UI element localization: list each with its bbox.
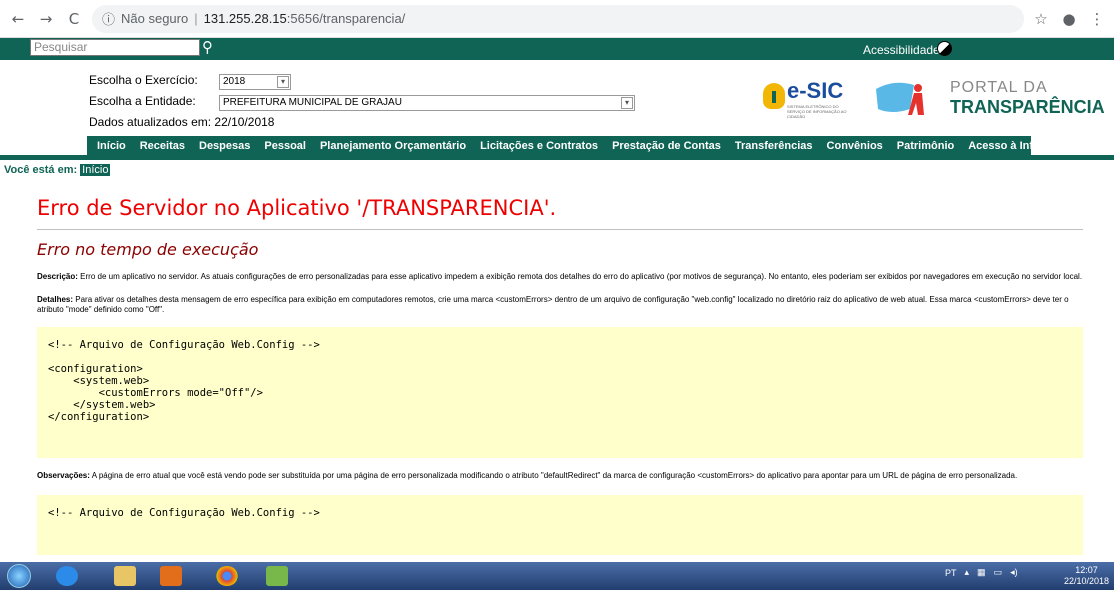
reload-icon[interactable]: C (64, 9, 84, 29)
entity-label: Escolha a Entidade: (89, 94, 196, 108)
entity-select-value: PREFEITURA MUNICIPAL DE GRAJAU (223, 97, 402, 108)
observations-text: A página de erro atual que você está ven… (91, 471, 1018, 480)
taskbar-clock[interactable]: 12:07 22/10/2018 (1064, 565, 1109, 587)
details-text: Para ativar os detalhes desta mensagem d… (37, 295, 1069, 314)
menu-item-convenios[interactable]: Convênios (827, 140, 883, 152)
address-separator: | (194, 11, 198, 26)
menu-item-prestacao[interactable]: Prestação de Contas (612, 140, 721, 152)
back-arrow-icon[interactable]: ← (8, 9, 28, 29)
site-header: Escolha o Exercício: 2018 ▾ Escolha a En… (0, 60, 1114, 136)
breadcrumb: Você está em: Início (4, 164, 111, 176)
menu-item-despesas[interactable]: Despesas (199, 140, 250, 152)
taskbar-outlook[interactable] (152, 564, 190, 588)
start-button[interactable] (2, 562, 36, 590)
address-bar[interactable]: ⓘ Não seguro | 131.255.28.15:5656/transp… (92, 4, 1024, 33)
description-text: Erro de um aplicativo no servidor. As at… (80, 272, 1083, 281)
config-code-block: <!-- Arquivo de Configuração Web.Config … (37, 327, 1083, 458)
windows-logo-icon (7, 564, 31, 588)
breadcrumb-label: Você está em: (4, 164, 78, 176)
entity-select[interactable]: PREFEITURA MUNICIPAL DE GRAJAU ▾ (219, 95, 635, 111)
config-code-block-2: <!-- Arquivo de Configuração Web.Config … (37, 495, 1083, 555)
lightbulb-icon (763, 83, 785, 109)
divider (37, 229, 1083, 230)
security-label: Não seguro (121, 11, 189, 26)
error-details: Detalhes: Para ativar os detalhes desta … (37, 295, 1083, 315)
chevron-down-icon: ▾ (277, 76, 289, 88)
accessibility-label: Acessibilidade: (863, 43, 944, 57)
taskbar-ie[interactable] (48, 564, 86, 588)
folder-icon (114, 566, 136, 586)
description-label: Descrição: (37, 272, 78, 281)
esic-logo[interactable]: e-SIC SISTEMA ELETRÔNICO DO SERVIÇO DE I… (763, 78, 859, 119)
forward-arrow-icon[interactable]: → (36, 9, 56, 29)
tray-up-arrow-icon[interactable]: ▴ (965, 567, 970, 578)
main-menu: Início Receitas Despesas Pessoal Planeja… (87, 136, 1079, 155)
site-topbar: Pesquisar ⚲ Acessibilidade: (0, 38, 1114, 60)
breadcrumb-current[interactable]: Início (80, 164, 111, 176)
internet-explorer-icon (56, 566, 78, 586)
search-input[interactable]: Pesquisar (30, 39, 200, 56)
portal-transparencia-logo[interactable]: PORTAL DA TRANSPARÊNCIA (874, 77, 1105, 121)
taskbar-chrome[interactable] (208, 564, 246, 588)
portal-people-icon (876, 82, 924, 115)
battery-icon[interactable]: ▭ (994, 567, 1003, 578)
menu-item-acesso[interactable]: Acesso à Informação (968, 140, 1079, 152)
chrome-icon (216, 566, 238, 586)
exercise-select-value: 2018 (223, 76, 246, 87)
menu-underline (0, 155, 1114, 160)
menu-item-licitacoes[interactable]: Licitações e Contratos (480, 140, 598, 152)
error-content: Erro de Servidor no Aplicativo '/TRANSPA… (37, 196, 1083, 555)
details-label: Detalhes: (37, 295, 74, 304)
browser-actions: ☆ ● ⋮ (1024, 10, 1108, 28)
portal-logo-line2: TRANSPARÊNCIA (950, 97, 1105, 117)
error-subtitle: Erro no tempo de execução (37, 240, 259, 259)
esic-logo-subtext: SISTEMA ELETRÔNICO DO SERVIÇO DE INFORMA… (787, 104, 847, 119)
chevron-down-icon: ▾ (621, 97, 633, 109)
office-icon (160, 566, 182, 586)
info-icon[interactable]: ⓘ (102, 9, 115, 28)
menu-item-inicio[interactable]: Início (97, 140, 126, 152)
profile-icon[interactable]: ● (1058, 10, 1080, 28)
menu-item-patrimonio[interactable]: Patrimônio (897, 140, 954, 152)
clock-time: 12:07 (1075, 565, 1098, 575)
error-title: Erro de Servidor no Aplicativo '/TRANSPA… (37, 196, 557, 220)
address-host: 131.255.28.15 (203, 11, 287, 26)
taskbar-explorer[interactable] (106, 564, 144, 588)
network-icon[interactable]: ▦ (977, 567, 986, 578)
system-tray: PT ▴ ▦ ▭ ◂) (945, 567, 1026, 578)
menu-dots-icon[interactable]: ⋮ (1086, 10, 1108, 28)
browser-toolbar: ← → C ⓘ Não seguro | 131.255.28.15:5656/… (0, 0, 1114, 38)
exercise-select[interactable]: 2018 ▾ (219, 74, 291, 90)
menu-item-receitas[interactable]: Receitas (140, 140, 185, 152)
error-observations: Observações: A página de erro atual que … (37, 471, 1083, 481)
error-description: Descrição: Erro de um aplicativo no serv… (37, 272, 1083, 282)
exercise-label: Escolha o Exercício: (89, 73, 198, 87)
address-path: :5656/transparencia/ (286, 11, 406, 26)
clock-date: 22/10/2018 (1064, 576, 1110, 586)
updated-date: Dados atualizados em: 22/10/2018 (89, 115, 275, 129)
portal-logo-line1: PORTAL DA (950, 79, 1048, 96)
menu-item-transferencias[interactable]: Transferências (735, 140, 813, 152)
search-icon[interactable]: ⚲ (202, 38, 213, 56)
contrast-icon[interactable] (937, 41, 952, 56)
taskbar-app[interactable] (258, 564, 296, 588)
bookmark-star-icon[interactable]: ☆ (1030, 10, 1052, 28)
esic-logo-text: e-SIC (787, 78, 844, 103)
tray-language[interactable]: PT (945, 568, 957, 578)
leaf-icon (266, 566, 288, 586)
menu-item-pessoal[interactable]: Pessoal (264, 140, 306, 152)
os-taskbar: PT ▴ ▦ ▭ ◂) 12:07 22/10/2018 (0, 562, 1114, 590)
observations-label: Observações: (37, 471, 90, 480)
volume-icon[interactable]: ◂) (1010, 567, 1018, 578)
menu-item-planejamento[interactable]: Planejamento Orçamentário (320, 140, 466, 152)
